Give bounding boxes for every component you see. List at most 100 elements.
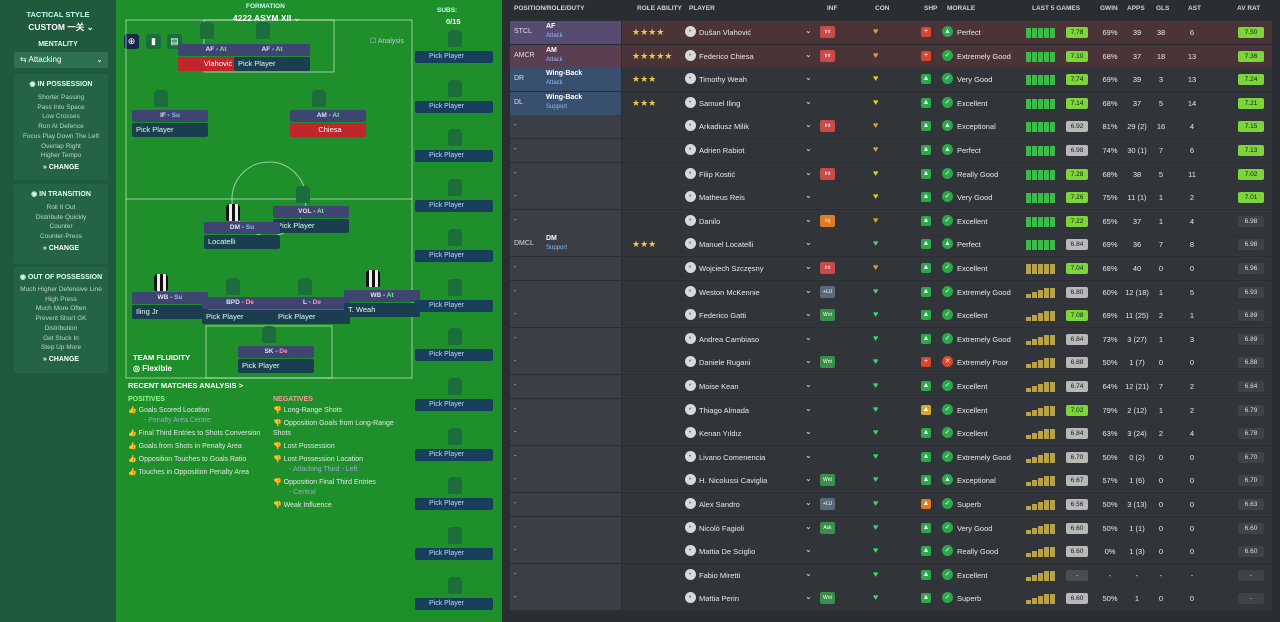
player-name[interactable]: Daniele Rugani bbox=[699, 358, 750, 367]
position-role-tag[interactable]: BPD - De bbox=[202, 297, 278, 309]
column-header[interactable]: PLAYER bbox=[689, 5, 715, 12]
position-cell[interactable]: DR Wing-Back Attack bbox=[510, 68, 622, 92]
table-row[interactable]: - ◐ Thiago Almada ⌄ ♥ ▲ ✓ Excellent 7.02 79% 2 (12… bbox=[510, 398, 1272, 422]
recent-matches-analysis-link[interactable]: RECENT MATCHES ANALYSIS > bbox=[128, 381, 243, 390]
table-row[interactable]: - ◐ Kenan Yıldız ⌄ ♥ ▲ ✓ Excellent 6.84 63% 3 (24)… bbox=[510, 422, 1272, 446]
sub-pick-player[interactable]: Pick Player bbox=[415, 200, 493, 213]
player-name[interactable]: Mattia De Sciglio bbox=[699, 547, 755, 556]
table-row[interactable]: - ◐ Daniele Rugani ⌄ Wnt ♥ + ✕ Extremely Poor 6.8… bbox=[510, 351, 1272, 375]
player-name[interactable]: Samuel Iling bbox=[699, 99, 740, 108]
position-cell[interactable]: - bbox=[510, 280, 622, 304]
table-row[interactable]: DL Wing-Back Support ★★★ ◐ Samuel Iling ⌄ ♥ ▲ ✓ Ex… bbox=[510, 91, 1272, 115]
table-row[interactable]: - ◐ Livano Comenencia ⌄ ♥ ▲ ✓ Extremely Good 6.7… bbox=[510, 445, 1272, 469]
column-header[interactable]: LAST 5 GAMES bbox=[1032, 5, 1080, 12]
mentality-dropdown[interactable]: ⇆ Attacking ⌄ bbox=[14, 52, 108, 68]
chevron-down-icon[interactable]: ⌄ bbox=[805, 309, 812, 318]
sub-pick-player[interactable]: Pick Player bbox=[415, 349, 493, 362]
table-row[interactable]: - ◐ Mattia Perin ⌄ Wnt ♥ ▲ ✓ Superb 6.60 50% 1 0 0- bbox=[510, 587, 1272, 611]
formation-slot[interactable]: DM - Su Locatelli bbox=[204, 222, 280, 249]
formation-slot[interactable]: WB - At T. Weah bbox=[344, 290, 420, 317]
table-row[interactable]: - ◐ Adrien Rabiot ⌄ ♥ ▲ ▲ Perfect 6.98 74% 30 (1) 7… bbox=[510, 139, 1272, 162]
position-cell[interactable]: AMCR AM Attack bbox=[510, 44, 622, 68]
chevron-down-icon[interactable]: ⌄ bbox=[805, 262, 812, 271]
table-row[interactable]: - ◐ Danilo ⌄ Inj ♥ ▲ ✓ Excellent 7.22 65% 37 1 4 6.98 bbox=[510, 209, 1272, 233]
chevron-down-icon[interactable]: ⌄ bbox=[805, 333, 812, 342]
sub-pick-player[interactable]: Pick Player bbox=[415, 398, 493, 411]
player-name[interactable]: Arkadiusz Milik bbox=[699, 122, 749, 131]
player-name[interactable]: Wojciech Szczęsny bbox=[699, 264, 763, 273]
position-cell[interactable]: - bbox=[510, 445, 622, 469]
chevron-down-icon[interactable]: ⌄ bbox=[805, 356, 812, 365]
position-cell[interactable]: STCL AF Attack bbox=[510, 21, 622, 44]
column-header[interactable]: GLS bbox=[1156, 5, 1169, 12]
player-name[interactable]: H. Nicolussi Caviglia bbox=[699, 476, 767, 485]
position-role-tag[interactable]: WB - At bbox=[344, 290, 420, 302]
player-name[interactable]: Federico Chiesa bbox=[699, 52, 754, 61]
sub-pick-player[interactable]: Pick Player bbox=[415, 448, 493, 461]
slot-player-name[interactable]: Pick Player bbox=[274, 310, 350, 324]
chevron-down-icon[interactable]: ⌄ bbox=[805, 592, 812, 601]
table-row[interactable]: - ◐ Moise Kean ⌄ ♥ ▲ ✓ Excellent 6.74 64% 12 (21) 7… bbox=[510, 375, 1272, 398]
sub-pick-player[interactable]: Pick Player bbox=[415, 597, 493, 610]
table-row[interactable]: DMCL DM Support ★★★ ◐ Manuel Locatelli ⌄ ♥ ▲ ▲ Per… bbox=[510, 233, 1272, 257]
position-cell[interactable]: - bbox=[510, 540, 622, 564]
chevron-down-icon[interactable]: ⌄ bbox=[805, 215, 812, 224]
chevron-down-icon[interactable]: ⌄ bbox=[805, 168, 812, 177]
slot-player-name[interactable]: Pick Player bbox=[132, 123, 208, 137]
player-name[interactable]: Mattia Perin bbox=[699, 594, 739, 603]
position-cell[interactable]: - bbox=[510, 563, 622, 587]
sub-pick-player[interactable]: Pick Player bbox=[415, 249, 493, 262]
player-name[interactable]: Matheus Reis bbox=[699, 193, 745, 202]
slot-player-name[interactable]: T. Weah bbox=[344, 303, 420, 317]
player-name[interactable]: Thiago Almada bbox=[699, 406, 749, 415]
position-cell[interactable]: DL Wing-Back Support bbox=[510, 91, 622, 115]
player-name[interactable]: Nicolò Fagioli bbox=[699, 524, 744, 533]
position-cell[interactable]: DMCL DM Support bbox=[510, 233, 622, 257]
chevron-down-icon[interactable]: ⌄ bbox=[805, 191, 812, 200]
chevron-down-icon[interactable]: ⌄ bbox=[805, 451, 812, 460]
chevron-down-icon[interactable]: ⌄ bbox=[805, 26, 812, 35]
sub-pick-player[interactable]: Pick Player bbox=[415, 100, 493, 113]
sub-pick-player[interactable]: Pick Player bbox=[415, 498, 493, 511]
column-header[interactable]: POSITION/ROLE/DUTY bbox=[514, 5, 584, 12]
column-header[interactable]: GWIN bbox=[1100, 5, 1118, 12]
slot-player-name[interactable]: Chiesa bbox=[290, 123, 366, 137]
position-cell[interactable]: - bbox=[510, 516, 622, 540]
player-name[interactable]: Moise Kean bbox=[699, 382, 739, 391]
slot-player-name[interactable]: Pick Player bbox=[202, 310, 278, 324]
player-name[interactable]: Timothy Weah bbox=[699, 75, 747, 84]
sub-pick-player[interactable]: Pick Player bbox=[415, 299, 493, 312]
player-name[interactable]: Livano Comenencia bbox=[699, 453, 765, 462]
sub-pick-player[interactable]: Pick Player bbox=[415, 150, 493, 163]
chevron-down-icon[interactable]: ⌄ bbox=[805, 569, 812, 578]
position-cell[interactable]: - bbox=[510, 422, 622, 446]
position-cell[interactable]: - bbox=[510, 493, 622, 516]
chevron-down-icon[interactable]: ⌄ bbox=[805, 238, 812, 247]
table-row[interactable]: - ◐ Mattia De Sciglio ⌄ ♥ ▲ ✓ Really Good 6.60 0%… bbox=[510, 540, 1272, 564]
player-name[interactable]: Kenan Yıldız bbox=[699, 429, 741, 438]
player-name[interactable]: Weston McKennie bbox=[699, 288, 760, 297]
position-cell[interactable]: - bbox=[510, 587, 622, 611]
column-header[interactable]: SHP bbox=[924, 5, 937, 12]
slot-player-name[interactable]: Pick Player bbox=[238, 359, 314, 373]
table-row[interactable]: - ◐ Andrea Cambiaso ⌄ ♥ ▲ ✓ Extremely Good 6.84 7… bbox=[510, 327, 1272, 351]
table-row[interactable]: STCL AF Attack ★★★★ ◐ Dušan Vlahović ⌄ Int ♥ + ▲ Pe… bbox=[510, 21, 1272, 44]
position-role-tag[interactable]: AF - At bbox=[234, 44, 310, 56]
position-role-tag[interactable]: VOL - At bbox=[273, 206, 349, 218]
position-cell[interactable]: - bbox=[510, 351, 622, 375]
formation-slot[interactable]: L - De Pick Player bbox=[274, 297, 350, 324]
position-role-tag[interactable]: SK - De bbox=[238, 346, 314, 358]
position-cell[interactable]: - bbox=[510, 469, 622, 493]
chevron-down-icon[interactable]: ⌄ bbox=[805, 144, 812, 153]
formation-slot[interactable]: IF - Su Pick Player bbox=[132, 110, 208, 137]
position-cell[interactable]: - bbox=[510, 209, 622, 233]
player-name[interactable]: Alex Sandro bbox=[699, 500, 740, 509]
chevron-down-icon[interactable]: ⌄ bbox=[805, 498, 812, 507]
position-cell[interactable]: - bbox=[510, 304, 622, 328]
table-row[interactable]: AMCR AM Attack ★★★★★ ◐ Federico Chiesa ⌄ Int ♥ + ✓… bbox=[510, 44, 1272, 68]
table-row[interactable]: - ◐ Filip Kostić ⌄ Int ♥ ▲ ✓ Really Good 7.28 68% 3… bbox=[510, 162, 1272, 186]
formation-slot[interactable]: VOL - At Pick Player bbox=[273, 206, 349, 233]
table-row[interactable]: - ◐ Fabio Miretti ⌄ ♥ ▲ ✓ Excellent - - - - - - bbox=[510, 563, 1272, 587]
slot-player-name[interactable]: Pick Player bbox=[273, 219, 349, 233]
slot-player-name[interactable]: Iling Jr bbox=[132, 305, 208, 319]
